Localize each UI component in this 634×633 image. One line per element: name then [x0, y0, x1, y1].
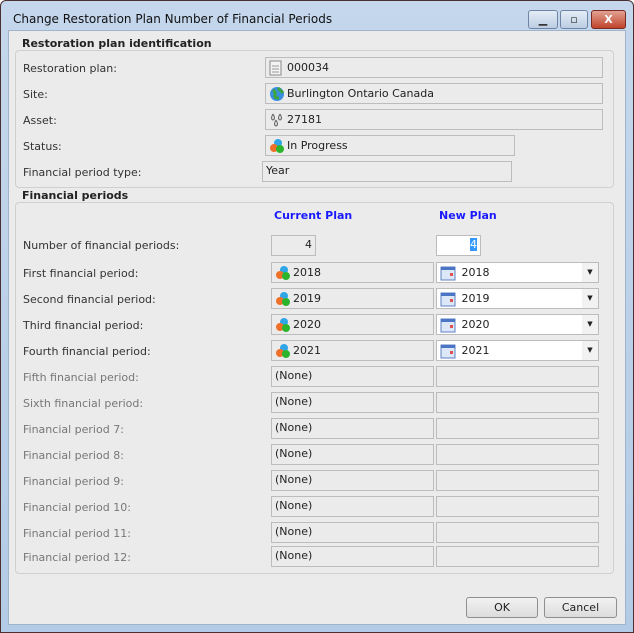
document-icon	[269, 60, 285, 76]
calendar-icon	[440, 291, 456, 307]
current-plan-header: Current Plan	[274, 209, 353, 222]
identification-legend: Restoration plan identification	[18, 37, 216, 50]
minimize-button[interactable]: ▁	[528, 10, 558, 29]
current-period-field: 2019	[271, 288, 434, 309]
window-title: Change Restoration Plan Number of Financ…	[13, 12, 333, 26]
status-balls-icon	[275, 291, 291, 307]
current-period-field: (None)	[271, 522, 434, 543]
current-period-field: (None)	[271, 546, 434, 567]
chevron-down-icon[interactable]: ▼	[582, 289, 598, 308]
new-period-field-disabled	[436, 546, 599, 567]
current-period-field: (None)	[271, 444, 434, 465]
current-period-field: (None)	[271, 392, 434, 413]
new-plan-header: New Plan	[439, 209, 497, 222]
new-period-field-disabled	[436, 418, 599, 439]
status-balls-icon	[269, 138, 285, 154]
ident-label: Site:	[23, 88, 48, 101]
current-period-field: (None)	[271, 366, 434, 387]
period-label: Sixth financial period:	[23, 397, 144, 410]
ok-button[interactable]: OK	[466, 597, 538, 618]
chevron-down-icon[interactable]: ▼	[582, 263, 598, 282]
period-label: Fourth financial period:	[23, 345, 151, 358]
ident-label: Restoration plan:	[23, 62, 117, 75]
current-period-field: (None)	[271, 418, 434, 439]
ident-label: Financial period type:	[23, 166, 142, 179]
period-label: Financial period 8:	[23, 449, 124, 462]
status-balls-icon	[275, 343, 291, 359]
current-period-field: (None)	[271, 496, 434, 517]
close-button[interactable]: X	[591, 10, 626, 29]
ident-label: Asset:	[23, 114, 57, 127]
new-period-field-disabled	[436, 496, 599, 517]
new-period-dropdown[interactable]: 2019 ▼	[436, 288, 599, 309]
new-period-dropdown[interactable]: 2020 ▼	[436, 314, 599, 335]
period-label: First financial period:	[23, 267, 139, 280]
cancel-button[interactable]: Cancel	[544, 597, 617, 618]
chevron-down-icon[interactable]: ▼	[582, 341, 598, 360]
financial-periods-group	[15, 202, 614, 574]
period-label: Fifth financial period:	[23, 371, 139, 384]
new-period-field-disabled	[436, 392, 599, 413]
new-period-field-disabled	[436, 522, 599, 543]
period-label: Financial period 11:	[23, 527, 131, 540]
chevron-down-icon[interactable]: ▼	[582, 315, 598, 334]
asset-drops-icon	[269, 112, 285, 128]
current-count-field: 4	[271, 235, 316, 256]
period-label: Financial period 12:	[23, 551, 131, 564]
calendar-icon	[440, 317, 456, 333]
new-count-input[interactable]: 4	[436, 235, 481, 256]
status-balls-icon	[275, 265, 291, 281]
calendar-icon	[440, 343, 456, 359]
current-period-field: (None)	[271, 470, 434, 491]
period-label: Financial period 7:	[23, 423, 124, 436]
current-period-field: 2021	[271, 340, 434, 361]
period-label: Third financial period:	[23, 319, 144, 332]
new-period-field-disabled	[436, 444, 599, 465]
period-count-label: Number of financial periods:	[23, 239, 180, 252]
new-period-dropdown[interactable]: 2021 ▼	[436, 340, 599, 361]
ident-field: 27181	[265, 109, 603, 130]
ident-field: Year	[262, 161, 512, 182]
new-period-dropdown[interactable]: 2018 ▼	[436, 262, 599, 283]
ident-field: In Progress	[265, 135, 515, 156]
globe-icon	[269, 86, 285, 102]
ident-field: 000034	[265, 57, 603, 78]
new-period-field-disabled	[436, 366, 599, 387]
new-period-field-disabled	[436, 470, 599, 491]
status-balls-icon	[275, 317, 291, 333]
maximize-button[interactable]: ▫	[560, 10, 588, 29]
period-label: Financial period 10:	[23, 501, 131, 514]
current-period-field: 2018	[271, 262, 434, 283]
ident-label: Status:	[23, 140, 62, 153]
current-period-field: 2020	[271, 314, 434, 335]
period-label: Second financial period:	[23, 293, 156, 306]
financial-periods-legend: Financial periods	[18, 189, 133, 202]
ident-field: Burlington Ontario Canada	[265, 83, 603, 104]
period-label: Financial period 9:	[23, 475, 124, 488]
calendar-icon	[440, 265, 456, 281]
